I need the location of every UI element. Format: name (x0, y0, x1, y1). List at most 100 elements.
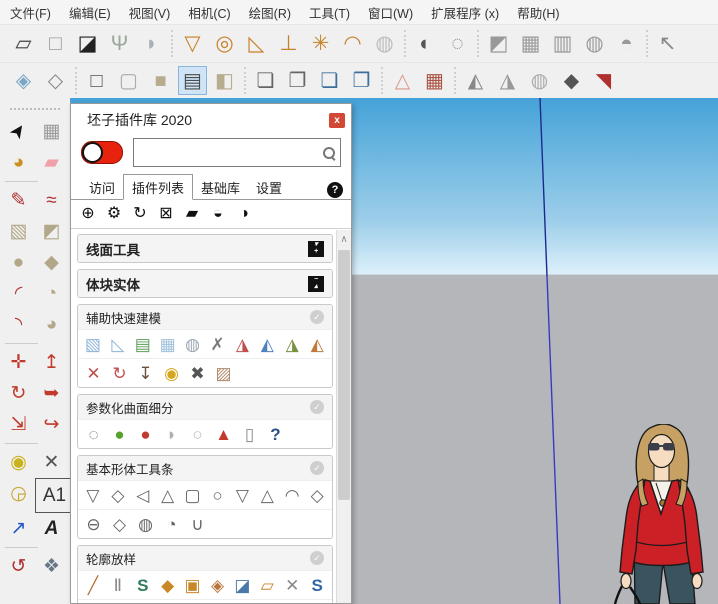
section-header-line-face[interactable]: 线面工具 ▾+ (78, 235, 332, 262)
tape-measure-tool[interactable]: ◉ (2, 447, 35, 478)
pie-tool[interactable]: ◔ (35, 278, 68, 309)
solid-subtract-icon[interactable]: ❐ (284, 67, 311, 94)
eclipse-boxes-icon[interactable]: ◐ (412, 30, 439, 57)
split-square-icon[interactable]: ◩ (485, 30, 512, 57)
shape-circle-icon[interactable]: ○ (206, 483, 230, 507)
pattern-circle-2-icon[interactable]: ◓ (613, 30, 640, 57)
drape-icon[interactable]: ◍ (526, 67, 553, 94)
separator[interactable] (5, 547, 38, 548)
search-icon[interactable] (322, 146, 336, 160)
tab-base-library[interactable]: 基础库 (193, 175, 248, 199)
check-icon[interactable]: ✓ (310, 461, 324, 475)
loft-plate-icon[interactable]: ▱ (255, 573, 279, 597)
3d-text-tool[interactable]: A (35, 513, 68, 544)
loft-curve-icon[interactable]: S (131, 573, 155, 597)
circle-tool[interactable]: ● (2, 247, 35, 278)
flip-edge-icon[interactable]: ◥ (590, 67, 617, 94)
funnel-icon[interactable]: ▽ (179, 30, 206, 57)
stamp-icon[interactable]: ◮ (494, 67, 521, 94)
sphere-disabled-icon[interactable]: ◍ (371, 30, 398, 57)
refresh-icon[interactable]: ↻ (131, 205, 149, 223)
separator[interactable] (5, 443, 38, 444)
shaded-textures-style-icon[interactable]: ▤ (179, 67, 206, 94)
solid-trim-icon[interactable]: ❏ (316, 67, 343, 94)
terrain-x-icon[interactable]: ✕ (81, 361, 106, 385)
pattern-box-2-icon[interactable]: ▥ (549, 30, 576, 57)
expand-icon[interactable]: ▾+ (308, 241, 324, 257)
compass-icon[interactable]: ◉ (159, 361, 184, 385)
terrain-green-icon[interactable]: ◮ (280, 332, 304, 356)
check-icon[interactable]: ✓ (310, 551, 324, 565)
box-up-arrow-icon[interactable]: □ (42, 30, 69, 57)
menu-draw[interactable]: 绘图(R) (249, 3, 291, 22)
scrollbar-thumb[interactable] (338, 250, 350, 500)
eraser-tool[interactable]: ▰ (35, 147, 68, 178)
dashed-circle-icon[interactable]: ◌ (444, 30, 471, 57)
shape-geosphere-icon[interactable]: ◍ (133, 512, 158, 536)
cube-green-arrow-icon[interactable]: ▤ (131, 332, 155, 356)
shape-cone-icon[interactable]: △ (156, 483, 180, 507)
loft-panel-new-icon[interactable]: ▣ (107, 602, 132, 603)
make-component-tool[interactable]: ▦ (35, 116, 68, 147)
terrain-blue-arrow-icon[interactable]: ◭ (255, 332, 279, 356)
panel-scrollbar[interactable]: ∧ (336, 230, 351, 603)
from-contours-icon[interactable]: △ (389, 67, 416, 94)
donut-icon[interactable]: ◎ (211, 30, 238, 57)
arc-tool[interactable]: ◜ (2, 278, 35, 309)
tab-visit[interactable]: 访问 (81, 175, 123, 199)
shape-oval-slot-icon[interactable]: ⊖ (81, 512, 106, 536)
line-tool[interactable]: ✎ (2, 185, 35, 216)
monochrome-style-icon[interactable]: ◧ (211, 67, 238, 94)
shape-dome-icon[interactable]: ◠ (280, 483, 304, 507)
section-header-lofting[interactable]: 轮廓放样 ✓ (78, 546, 332, 570)
shaded-style-icon[interactable]: ■ (147, 67, 174, 94)
menu-extensions[interactable]: 扩展程序 (x) (431, 3, 499, 22)
dice-icon[interactable]: ▦ (156, 332, 180, 356)
xray-style-icon[interactable]: ◈ (10, 67, 37, 94)
shell-icon[interactable]: ◗ (159, 422, 184, 446)
scroll-up-icon[interactable]: ∧ (337, 230, 351, 248)
sphere-white-icon[interactable]: ○ (185, 422, 210, 446)
protractor-tool[interactable]: ◶ (2, 478, 35, 509)
shape-pentagon-icon[interactable]: ◇ (106, 483, 130, 507)
move-tool[interactable]: ✛ (2, 347, 35, 378)
person-figure[interactable] (608, 424, 718, 604)
sphere-red-icon[interactable]: ● (133, 422, 158, 446)
arc-3pt-tool[interactable]: ◝ (2, 309, 35, 340)
question-icon[interactable]: ? (263, 422, 288, 446)
rotate-tool[interactable]: ↻ (2, 378, 35, 409)
pillar-icon[interactable]: ▯ (237, 422, 262, 446)
loft-fold-icon[interactable]: ◈ (206, 573, 230, 597)
wireframe-style-icon[interactable]: □ (83, 67, 110, 94)
tripod-icon[interactable]: ⊥ (275, 30, 302, 57)
check-icon[interactable]: ✓ (310, 400, 324, 414)
shape-u-icon[interactable]: ∪ (185, 512, 210, 536)
polygon-tool[interactable]: ◆ (35, 247, 68, 278)
menu-tools[interactable]: 工具(T) (309, 3, 350, 22)
shape-cup-icon[interactable]: ▽ (230, 483, 254, 507)
loft-x-icon[interactable]: ✕ (280, 573, 304, 597)
follow-me-tool[interactable]: ➥ (35, 378, 68, 409)
cone-flag-icon[interactable]: ◺ (243, 30, 270, 57)
smoove-icon[interactable]: ◭ (462, 67, 489, 94)
tab-settings[interactable]: 设置 (248, 175, 290, 199)
freehand-tool[interactable]: ≈ (35, 185, 68, 216)
sword-icon[interactable]: ✗ (206, 332, 230, 356)
pattern-box-icon[interactable]: ▦ (517, 30, 544, 57)
section-header-basic[interactable]: 基本形体工具条 ✓ (78, 456, 332, 480)
wedge-blue-icon[interactable]: ◺ (106, 332, 130, 356)
panel-title-bar[interactable]: 坯子插件库 2020 x (71, 104, 351, 134)
section-header-aux[interactable]: 辅助快速建模 ✓ (78, 305, 332, 329)
rectangle-tool[interactable]: ▧ (2, 216, 35, 247)
orbit-tool[interactable]: ↺ (2, 551, 35, 582)
loft-panel-icon[interactable]: ▣ (81, 602, 106, 603)
terrain-pin-icon[interactable]: ↧ (133, 361, 158, 385)
download-circle-icon[interactable]: ◒ (209, 205, 227, 223)
separator[interactable] (5, 181, 38, 182)
loft-hopper-icon[interactable]: ◆ (156, 573, 180, 597)
add-detail-icon[interactable]: ◆ (558, 67, 585, 94)
enable-toggle[interactable] (81, 141, 123, 164)
shape-wedge-icon[interactable]: ◁ (131, 483, 155, 507)
menu-help[interactable]: 帮助(H) (517, 3, 559, 22)
hidden-line-style-icon[interactable]: ▢ (115, 67, 142, 94)
